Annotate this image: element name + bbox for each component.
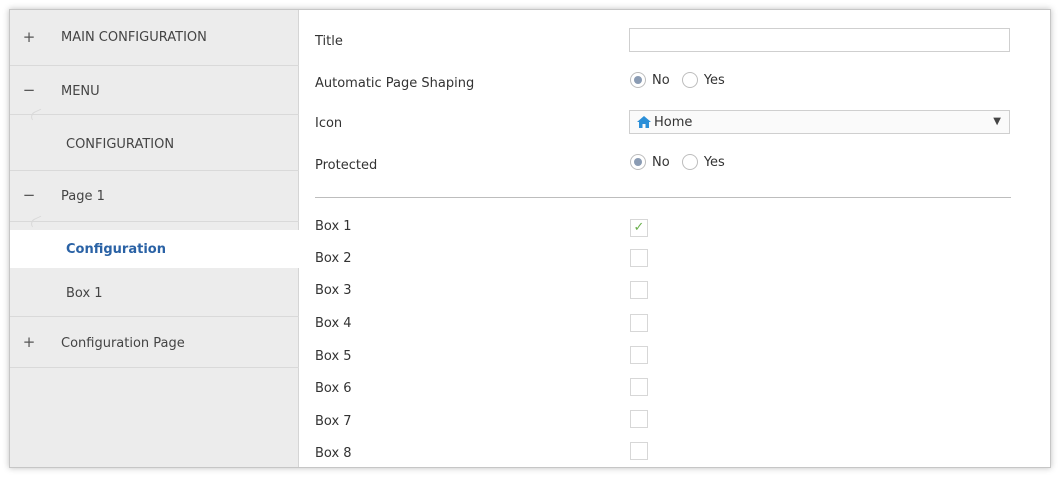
sidebar-item-label: MAIN CONFIGURATION: [61, 30, 207, 45]
sidebar-item-label: CONFIGURATION: [66, 137, 175, 152]
box-4-checkbox[interactable]: [630, 314, 648, 332]
main-panel: Title Automatic Page Shaping No Yes Icon…: [299, 10, 1050, 467]
sidebar-item-label: Box 1: [66, 286, 103, 301]
protected-label: Protected: [315, 158, 378, 173]
icon-select-value: Home: [654, 114, 693, 130]
box-5-checkbox[interactable]: [630, 346, 648, 364]
box-8-label: Box 8: [315, 446, 352, 461]
box-2-label: Box 2: [315, 251, 352, 266]
sidebar-item-configuration[interactable]: CONFIGURATION: [10, 115, 299, 170]
box-3-checkbox[interactable]: [630, 281, 648, 299]
radio-label: No: [652, 154, 670, 170]
divider: [10, 367, 299, 368]
divider: [10, 221, 299, 222]
box-1-label: Box 1: [315, 219, 352, 234]
expand-icon[interactable]: +: [22, 333, 36, 351]
icon-label: Icon: [315, 116, 343, 131]
radio-selected-icon[interactable]: [630, 72, 646, 88]
window: + MAIN CONFIGURATION − MENU CONFIGURATIO…: [9, 9, 1051, 468]
radio-unselected-icon[interactable]: [681, 154, 698, 170]
radio-no[interactable]: No: [630, 154, 670, 170]
sidebar-item-label: MENU: [61, 84, 100, 99]
radio-label: No: [652, 72, 670, 88]
box-4-label: Box 4: [315, 316, 352, 331]
box-5-label: Box 5: [315, 349, 352, 364]
radio-yes[interactable]: Yes: [681, 72, 725, 88]
collapse-icon[interactable]: −: [22, 81, 36, 99]
radio-label: Yes: [703, 72, 725, 88]
box-2-checkbox[interactable]: [630, 249, 648, 267]
icon-select[interactable]: Home ▼: [629, 110, 1010, 134]
auto-page-shaping-label: Automatic Page Shaping: [315, 76, 475, 91]
sidebar-item-page-1-configuration[interactable]: Configuration: [10, 230, 299, 268]
sidebar-item-menu[interactable]: − MENU: [10, 66, 299, 114]
box-1-checkbox[interactable]: ✓: [630, 219, 648, 237]
sidebar-item-page-1[interactable]: − Page 1: [10, 171, 299, 221]
radio-yes[interactable]: Yes: [681, 154, 725, 170]
radio-unselected-icon[interactable]: [681, 72, 698, 88]
expand-icon[interactable]: +: [22, 28, 36, 46]
sidebar-item-label: Configuration Page: [61, 336, 185, 351]
radio-no[interactable]: No: [630, 72, 670, 88]
sidebar-item-label: Page 1: [61, 189, 105, 204]
box-6-checkbox[interactable]: [630, 378, 648, 396]
sidebar-item-configuration-page[interactable]: + Configuration Page: [10, 317, 299, 367]
sidebar-item-box-1[interactable]: Box 1: [10, 272, 299, 316]
box-7-label: Box 7: [315, 414, 352, 429]
box-6-label: Box 6: [315, 381, 352, 396]
radio-selected-icon[interactable]: [630, 154, 646, 170]
chevron-down-icon[interactable]: ▼: [993, 116, 1001, 127]
box-3-label: Box 3: [315, 283, 352, 298]
box-8-checkbox[interactable]: [630, 442, 648, 460]
title-input[interactable]: [629, 28, 1010, 52]
section-divider: [315, 197, 1011, 198]
radio-label: Yes: [703, 154, 725, 170]
protected-radio-group: No Yes: [630, 154, 733, 174]
house-icon: [637, 116, 651, 128]
sidebar: + MAIN CONFIGURATION − MENU CONFIGURATIO…: [10, 10, 299, 467]
box-7-checkbox[interactable]: [630, 410, 648, 428]
title-label: Title: [315, 34, 343, 49]
collapse-icon[interactable]: −: [22, 186, 36, 204]
auto-page-shaping-radio-group: No Yes: [630, 72, 733, 92]
sidebar-item-label: Configuration: [66, 242, 166, 257]
sidebar-item-main-configuration[interactable]: + MAIN CONFIGURATION: [10, 10, 299, 65]
